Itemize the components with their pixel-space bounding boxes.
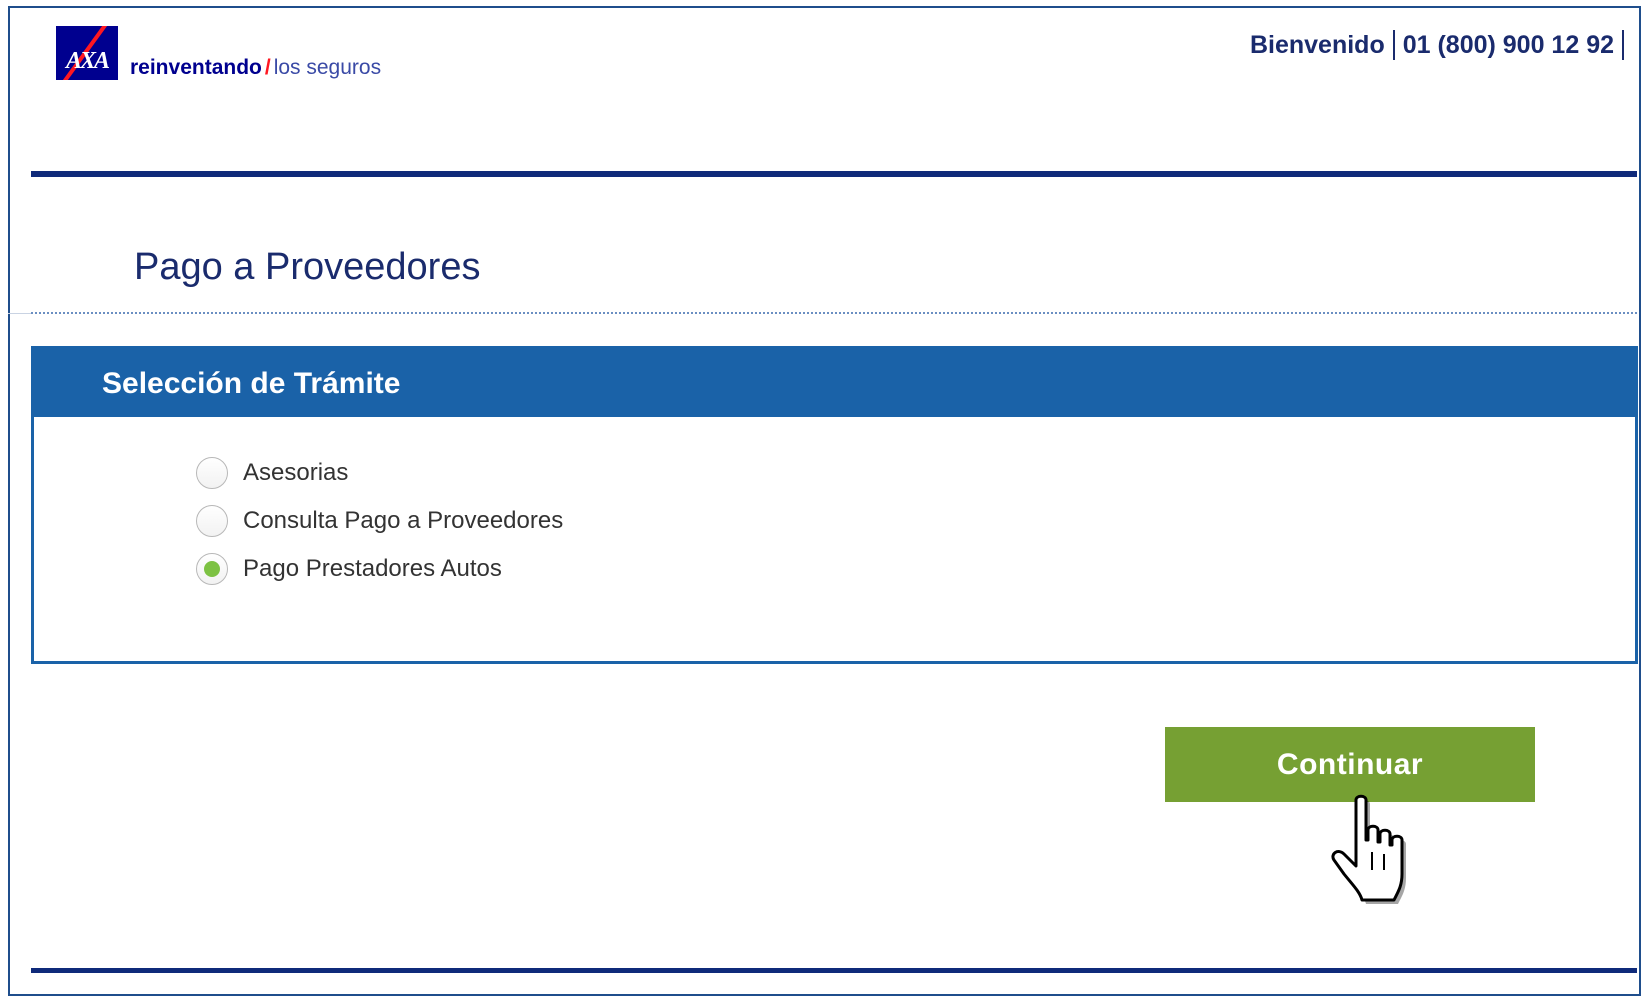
radio-dot <box>204 561 220 577</box>
tramite-selection-panel: Selección de Trámite Asesorias Consulta … <box>31 346 1638 664</box>
option-label[interactable]: Asesorias <box>243 459 348 487</box>
footer-divider <box>31 968 1637 973</box>
axa-logo[interactable]: AXA <box>56 26 118 80</box>
header-separator-end <box>1622 30 1624 60</box>
welcome-text: Bienvenido <box>1249 30 1385 59</box>
title-divider-left <box>8 313 31 314</box>
logo-text: AXA <box>65 48 110 74</box>
phone-number[interactable]: 01 (800) 900 12 92 <box>1403 31 1614 60</box>
panel-header: Selección de Trámite <box>34 349 1635 417</box>
tagline-bold: reinventando <box>130 56 262 79</box>
panel-title: Selección de Trámite <box>102 367 401 400</box>
tagline-light: los seguros <box>273 56 382 79</box>
radio-button[interactable] <box>196 505 228 537</box>
option-label[interactable]: Pago Prestadores Autos <box>243 555 502 583</box>
title-divider <box>31 312 1637 314</box>
brand-tagline: reinventando / los seguros <box>130 56 381 80</box>
tagline-slash: / <box>264 56 271 79</box>
option-consulta-pago[interactable]: Consulta Pago a Proveedores <box>196 497 563 545</box>
page-title: Pago a Proveedores <box>134 246 481 288</box>
option-asesorias[interactable]: Asesorias <box>196 449 563 497</box>
hand-pointer-icon <box>1331 794 1406 904</box>
header-contact: Bienvenido 01 (800) 900 12 92 <box>1250 30 1632 60</box>
option-pago-prestadores[interactable]: Pago Prestadores Autos <box>196 545 563 593</box>
radio-button[interactable] <box>196 457 228 489</box>
tramite-options: Asesorias Consulta Pago a Proveedores Pa… <box>196 449 563 593</box>
header-divider <box>31 171 1637 177</box>
radio-button[interactable] <box>196 553 228 585</box>
option-label[interactable]: Consulta Pago a Proveedores <box>243 507 563 535</box>
header-separator <box>1392 30 1395 60</box>
